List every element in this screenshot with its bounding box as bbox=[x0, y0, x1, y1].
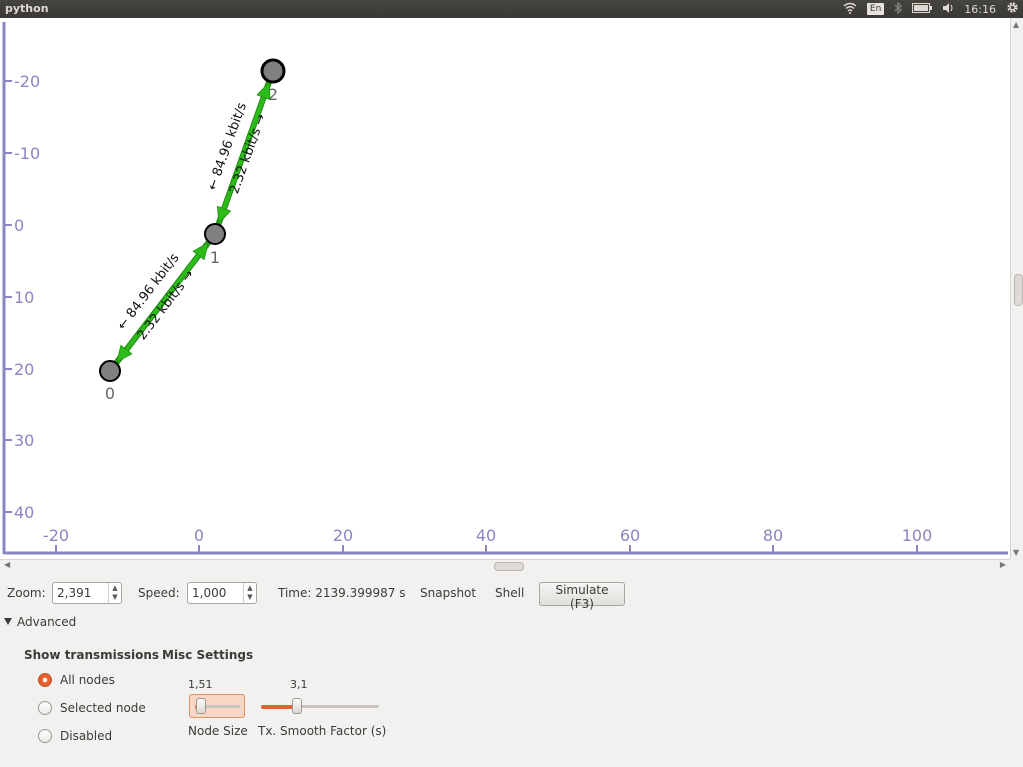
topology-plot[interactable]: -20-10010203040 -20 0 20 40 60 80 100 2.32 kbi… bbox=[0, 18, 1010, 559]
y-tick-label: 40 bbox=[14, 503, 34, 522]
x-tick-label: 100 bbox=[902, 526, 933, 545]
vertical-scrollbar[interactable]: ▲ ▼ bbox=[1010, 18, 1023, 559]
radio-all-nodes-label[interactable]: All nodes bbox=[60, 673, 115, 687]
node-label: 1 bbox=[210, 248, 220, 267]
link: 2.32 kbit/s →← 84.96 kbit/s bbox=[113, 239, 212, 366]
window-title: python bbox=[5, 2, 49, 15]
horizontal-scrollbar[interactable]: ◀ ▶ bbox=[0, 559, 1010, 572]
radio-disabled[interactable] bbox=[38, 729, 52, 743]
x-tick-label: 80 bbox=[763, 526, 783, 545]
zoom-input[interactable] bbox=[53, 583, 115, 603]
smooth-factor-slider[interactable] bbox=[258, 696, 380, 716]
y-tick-label: -10 bbox=[14, 144, 40, 163]
volume-icon[interactable] bbox=[942, 2, 954, 17]
y-tick-label: 0 bbox=[14, 216, 24, 235]
x-tick-label: 60 bbox=[620, 526, 640, 545]
top-panel: python En 16:16 bbox=[0, 0, 1023, 18]
link-arrowhead bbox=[217, 205, 232, 225]
y-tick-label: 10 bbox=[14, 288, 34, 307]
snapshot-button[interactable]: Snapshot bbox=[420, 586, 476, 600]
speed-stepper[interactable]: ▲ ▼ bbox=[243, 583, 256, 603]
horizontal-scroll-thumb[interactable] bbox=[494, 562, 524, 571]
advanced-expander[interactable]: Advanced bbox=[4, 615, 76, 629]
y-tick-label: 20 bbox=[14, 360, 34, 379]
x-tick-label: 20 bbox=[333, 526, 353, 545]
y-tick-label: 30 bbox=[14, 431, 34, 450]
node-circle[interactable] bbox=[260, 58, 286, 84]
radio-selected-node[interactable] bbox=[38, 701, 52, 715]
network-canvas[interactable]: -20 -10 0 10 20 30 40 -20 0 20 40 60 80 100 2.32 kbi… bbox=[0, 18, 1023, 559]
y-axis-ticks: -20 -10 0 10 20 30 40 bbox=[4, 72, 40, 522]
node-circle[interactable] bbox=[204, 223, 226, 245]
speed-input[interactable] bbox=[188, 583, 250, 603]
node-size-value: 1,51 bbox=[188, 678, 213, 691]
system-tray: En 16:16 bbox=[843, 0, 1023, 18]
x-tick-label: -20 bbox=[43, 526, 69, 545]
node-label: 0 bbox=[105, 384, 115, 403]
keyboard-layout-indicator[interactable]: En bbox=[866, 3, 885, 15]
gear-icon[interactable] bbox=[1006, 1, 1019, 17]
x-tick-label: 40 bbox=[476, 526, 496, 545]
node-size-label: Node Size bbox=[188, 724, 248, 738]
x-tick-label: 0 bbox=[194, 526, 204, 545]
expander-arrow-icon bbox=[4, 618, 12, 625]
radio-disabled-label[interactable]: Disabled bbox=[60, 729, 112, 743]
speed-label: Speed: bbox=[138, 586, 180, 600]
node-circle[interactable] bbox=[99, 360, 121, 382]
misc-settings-header: Misc Settings bbox=[162, 648, 254, 662]
zoom-label: Zoom: bbox=[7, 586, 46, 600]
battery-icon[interactable] bbox=[912, 2, 933, 16]
node-size-handle[interactable] bbox=[196, 698, 206, 714]
link: 2.32 kbit/s →← 84.96 kbit/s bbox=[205, 79, 272, 227]
advanced-label: Advanced bbox=[17, 615, 77, 629]
bluetooth-icon[interactable] bbox=[894, 1, 903, 17]
zoom-spinbutton[interactable]: ▲▼ bbox=[52, 582, 122, 604]
scroll-left-icon[interactable]: ◀ bbox=[4, 560, 10, 569]
smooth-factor-value: 3,1 bbox=[290, 678, 308, 691]
x-axis-ticks: -20 0 20 40 60 80 100 bbox=[43, 526, 932, 553]
links-layer: 2.32 kbit/s →← 84.96 kbit/s 2.32 kbit/s →… bbox=[113, 79, 272, 366]
node-0[interactable]: 0 bbox=[99, 360, 121, 403]
radio-selected-node-label[interactable]: Selected node bbox=[60, 701, 146, 715]
smooth-factor-label: Tx. Smooth Factor (s) bbox=[258, 724, 387, 738]
smooth-factor-handle[interactable] bbox=[292, 698, 302, 714]
speed-spinbutton[interactable]: ▲▼ bbox=[187, 582, 257, 604]
scroll-down-icon[interactable]: ▼ bbox=[1013, 548, 1019, 557]
simulate-button[interactable]: Simulate (F3) bbox=[539, 582, 625, 611]
radio-all-nodes[interactable] bbox=[38, 673, 52, 687]
simulation-time: Time: 2139.399987 s bbox=[278, 586, 406, 600]
node-size-slider[interactable] bbox=[189, 694, 245, 718]
scroll-up-icon[interactable]: ▲ bbox=[1013, 20, 1019, 29]
vertical-scroll-thumb[interactable] bbox=[1014, 274, 1023, 306]
clock[interactable]: 16:16 bbox=[964, 3, 996, 16]
y-tick-label: -20 bbox=[14, 72, 40, 91]
shell-button[interactable]: Shell bbox=[495, 586, 524, 600]
zoom-stepper[interactable]: ▲ ▼ bbox=[108, 583, 121, 603]
show-transmissions-header: Show transmissions bbox=[24, 648, 160, 662]
node-label: 2 bbox=[268, 85, 278, 104]
scroll-right-icon[interactable]: ▶ bbox=[1000, 560, 1006, 569]
wifi-icon[interactable] bbox=[843, 2, 857, 17]
